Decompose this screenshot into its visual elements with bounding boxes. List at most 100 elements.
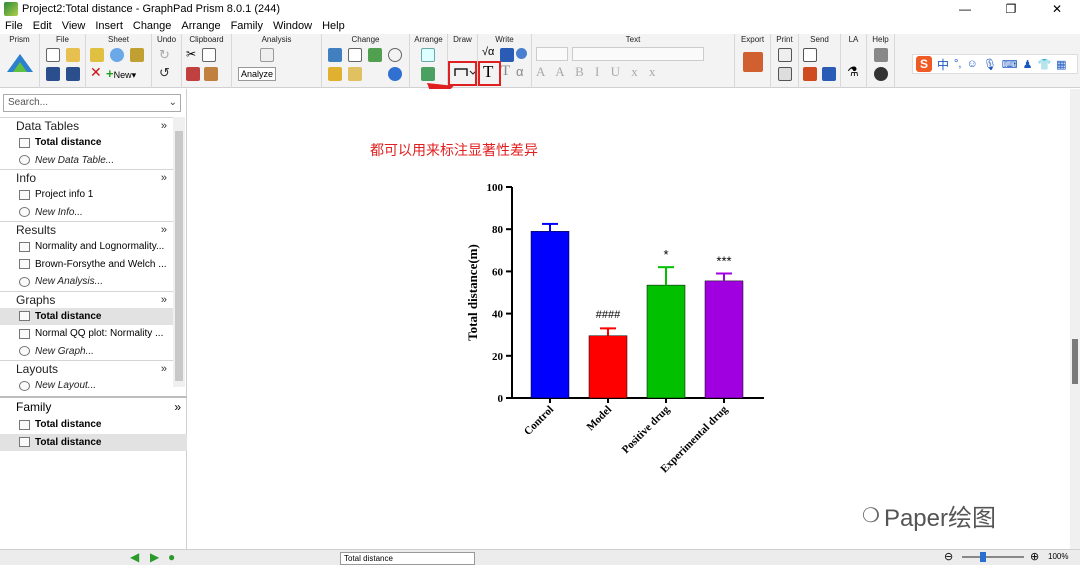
text-format-icons[interactable]: A A B I U x x xyxy=(536,64,660,80)
zoom-slider[interactable] xyxy=(962,556,1024,558)
mail-icon[interactable] xyxy=(803,48,817,62)
sidebar-item[interactable]: New Analysis... xyxy=(0,273,173,291)
flask-icon[interactable]: ⚗ xyxy=(847,64,859,80)
powerpoint-icon[interactable] xyxy=(803,67,817,81)
close-button[interactable]: ✕ xyxy=(1034,0,1080,18)
menu-arrange[interactable]: Arrange xyxy=(176,20,225,32)
canvas-scroll-thumb[interactable] xyxy=(1072,339,1078,384)
family-item[interactable]: Total distance xyxy=(0,416,187,434)
zoom-in-icon[interactable]: ⊕ xyxy=(1030,550,1039,563)
chevron-down-icon[interactable]: ⌄ xyxy=(169,97,177,108)
color-scheme-icon[interactable] xyxy=(388,67,402,81)
menu-edit[interactable]: Edit xyxy=(28,20,57,32)
sidebar-scrollbar[interactable] xyxy=(173,117,185,387)
sidebar-item[interactable]: New Info... xyxy=(0,204,173,222)
sidebar-item[interactable]: Normal QQ plot: Normality ... xyxy=(0,325,173,343)
ime-shirt-icon[interactable]: 👕 xyxy=(1037,58,1051,71)
word-icon[interactable] xyxy=(500,48,514,62)
section-header[interactable]: Layouts » xyxy=(0,360,173,377)
graph-type-icon[interactable] xyxy=(328,48,342,62)
expand-icon[interactable]: » xyxy=(161,224,167,236)
ime-user-icon[interactable]: ♟ xyxy=(1023,58,1033,71)
help-book-icon[interactable] xyxy=(874,48,888,62)
copy-icon[interactable] xyxy=(202,48,216,62)
refresh-icon[interactable] xyxy=(388,48,402,62)
font-family-select[interactable] xyxy=(572,47,704,61)
ime-toolbar[interactable]: S 中 °, ☺ 🎙 ⌨ ♟ 👕 ▦ xyxy=(912,54,1078,74)
expand-icon[interactable]: » xyxy=(174,400,181,414)
sidebar-item[interactable]: Total distance xyxy=(0,307,173,325)
sidebar-scroll-thumb[interactable] xyxy=(175,131,183,381)
expand-icon[interactable]: » xyxy=(161,172,167,184)
zoom-out-icon[interactable]: ⊖ xyxy=(944,550,953,563)
equation-icon[interactable]: √α xyxy=(482,46,494,58)
magic-wand-icon[interactable] xyxy=(130,48,144,62)
sidebar-item[interactable]: Normality and Lognormality... xyxy=(0,238,173,256)
ime-grid-icon[interactable]: ▦ xyxy=(1056,58,1066,71)
wand-icon[interactable] xyxy=(328,67,342,81)
expand-icon[interactable]: » xyxy=(161,120,167,132)
edit-sheet-icon[interactable] xyxy=(90,48,104,62)
graph-canvas[interactable]: 0 20 40 60 80 100 Total distance(m) Control Mode… xyxy=(192,89,1070,549)
expand-icon[interactable]: » xyxy=(161,363,167,375)
sidebar-item[interactable]: Project info 1 xyxy=(0,186,173,204)
help-icon[interactable] xyxy=(874,67,888,81)
snowflake-icon[interactable] xyxy=(110,48,124,62)
sidebar-item[interactable]: New Graph... xyxy=(0,343,173,361)
ime-mic-icon[interactable]: 🎙 xyxy=(983,58,997,71)
sidebar-item[interactable]: New Data Table... xyxy=(0,152,173,170)
save-as-icon[interactable] xyxy=(66,67,80,81)
cut-icon[interactable]: ✂ xyxy=(186,47,196,61)
export-icon[interactable] xyxy=(743,52,763,72)
sheet-select[interactable]: Total distance xyxy=(340,552,475,565)
print-preview-icon[interactable] xyxy=(778,67,792,81)
search-input[interactable]: Search... ⌄ xyxy=(3,94,181,112)
nav-prev-icon[interactable]: ◀ xyxy=(130,550,139,564)
new-file-icon[interactable] xyxy=(46,48,60,62)
restore-button[interactable]: ❐ xyxy=(988,0,1034,18)
paste-special-icon[interactable] xyxy=(204,67,218,81)
bar-icon[interactable] xyxy=(368,48,382,62)
analyze-button[interactable]: Analyze xyxy=(238,67,277,81)
sidebar-item[interactable]: Brown-Forsythe and Welch ... xyxy=(0,256,173,274)
align-icon[interactable] xyxy=(421,67,435,81)
analysis-chart-icon[interactable] xyxy=(260,48,274,62)
print-icon[interactable] xyxy=(778,48,792,62)
ime-punct-icon[interactable]: °, xyxy=(954,58,961,70)
menu-file[interactable]: File xyxy=(0,20,28,32)
sidebar-item[interactable]: New Layout... xyxy=(0,377,173,395)
font-size-select[interactable] xyxy=(536,47,568,61)
canvas-scrollbar[interactable] xyxy=(1070,89,1080,549)
prism-logo-icon[interactable] xyxy=(7,54,33,72)
paste-icon[interactable] xyxy=(186,67,200,81)
zoom-slider-thumb[interactable] xyxy=(980,552,986,562)
menu-insert[interactable]: Insert xyxy=(90,20,128,32)
family-item[interactable]: Total distance xyxy=(0,433,187,451)
menu-view[interactable]: View xyxy=(57,20,91,32)
menu-help[interactable]: Help xyxy=(317,20,350,32)
ime-keyboard-icon[interactable]: ⌨ xyxy=(1002,58,1018,71)
word-send-icon[interactable] xyxy=(822,67,836,81)
format-axis-icon[interactable] xyxy=(348,67,362,81)
redo-icon[interactable]: ↻ xyxy=(159,47,170,63)
nav-next-icon[interactable]: ▶ xyxy=(150,550,159,564)
new-sheet-button[interactable]: +New▾ xyxy=(106,66,136,81)
ime-emoji-icon[interactable]: ☺ xyxy=(966,58,977,70)
axis-icon[interactable] xyxy=(348,48,362,62)
arrange-icon[interactable] xyxy=(421,48,435,62)
greek-alpha-icon[interactable]: α xyxy=(516,64,524,79)
nav-new-icon[interactable]: ● xyxy=(168,550,175,564)
delete-sheet-icon[interactable]: ✕ xyxy=(90,64,102,81)
save-icon[interactable] xyxy=(46,67,60,81)
sogou-s-icon[interactable]: S xyxy=(916,56,932,72)
expand-icon[interactable]: » xyxy=(161,294,167,306)
undo-icon[interactable]: ↺ xyxy=(159,65,170,81)
section-header[interactable]: Graphs » xyxy=(0,290,173,308)
sidebar-item[interactable]: Total distance xyxy=(0,134,173,152)
info-icon[interactable] xyxy=(516,48,527,59)
section-header[interactable]: Results » xyxy=(0,221,173,238)
text-style-icon[interactable]: T xyxy=(501,63,510,80)
section-header[interactable]: Info » xyxy=(0,169,173,186)
section-header[interactable]: Data Tables » xyxy=(0,117,173,134)
menu-family[interactable]: Family xyxy=(226,20,268,32)
